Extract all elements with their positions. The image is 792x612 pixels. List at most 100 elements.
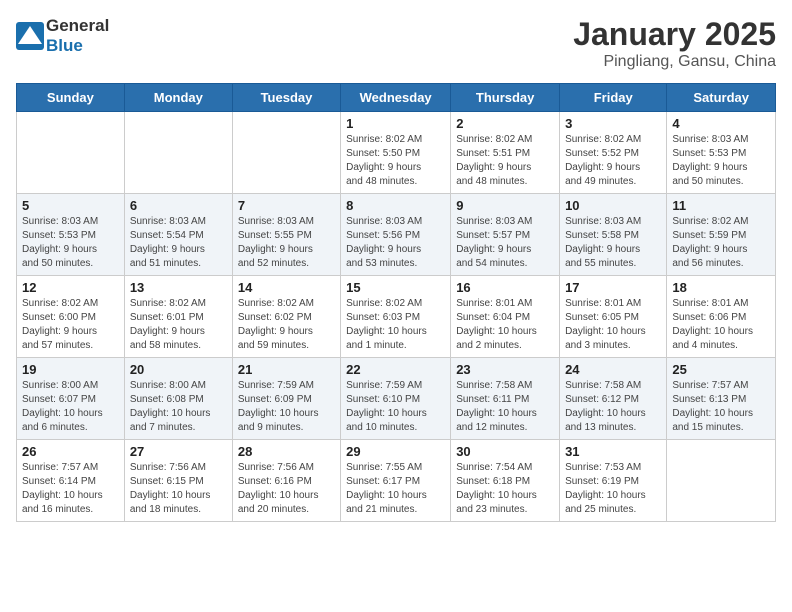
weekday-header-thursday: Thursday xyxy=(451,84,560,112)
calendar-table: SundayMondayTuesdayWednesdayThursdayFrid… xyxy=(16,83,776,522)
day-info: Sunrise: 7:58 AM Sunset: 6:12 PM Dayligh… xyxy=(565,379,661,435)
day-number: 22 xyxy=(346,362,445,377)
calendar-cell: 30Sunrise: 7:54 AM Sunset: 6:18 PM Dayli… xyxy=(451,440,560,522)
day-info: Sunrise: 7:56 AM Sunset: 6:16 PM Dayligh… xyxy=(238,461,335,517)
day-number: 7 xyxy=(238,198,335,213)
day-number: 29 xyxy=(346,444,445,459)
day-number: 10 xyxy=(565,198,661,213)
logo-icon xyxy=(16,22,44,50)
day-number: 15 xyxy=(346,280,445,295)
day-info: Sunrise: 8:00 AM Sunset: 6:08 PM Dayligh… xyxy=(130,379,227,435)
day-number: 19 xyxy=(22,362,119,377)
day-number: 16 xyxy=(456,280,554,295)
calendar-subtitle: Pingliang, Gansu, China xyxy=(573,53,776,71)
day-info: Sunrise: 8:01 AM Sunset: 6:06 PM Dayligh… xyxy=(672,297,770,353)
day-info: Sunrise: 8:03 AM Sunset: 5:53 PM Dayligh… xyxy=(672,133,770,189)
calendar-cell: 17 Sunrise: 8:01 AM Sunset: 6:05 PM Dayli… xyxy=(560,276,667,358)
day-number: 28 xyxy=(238,444,335,459)
day-info: Sunrise: 8:03 AM Sunset: 5:53 PM Dayligh… xyxy=(22,215,119,271)
day-info: Sunrise: 8:01 AM Sunset: 6:05 PM Dayligh… xyxy=(565,297,661,353)
calendar-cell: 3 Sunrise: 8:02 AM Sunset: 5:52 PM Daylig… xyxy=(560,112,667,194)
calendar-cell: 22 Sunrise: 7:59 AM Sunset: 6:10 PM Dayli… xyxy=(341,358,451,440)
calendar-cell: 4Sunrise: 8:03 AM Sunset: 5:53 PM Daylig… xyxy=(667,112,776,194)
day-number: 31 xyxy=(565,444,661,459)
calendar-cell: 1 Sunrise: 8:02 AM Sunset: 5:50 PM Daylig… xyxy=(341,112,451,194)
calendar-cell: 31 Sunrise: 7:53 AM Sunset: 6:19 PM Dayli… xyxy=(560,440,667,522)
day-number: 12 xyxy=(22,280,119,295)
calendar-cell xyxy=(232,112,340,194)
day-info: Sunrise: 8:03 AM Sunset: 5:55 PM Dayligh… xyxy=(238,215,335,271)
day-number: 26 xyxy=(22,444,119,459)
calendar-week-2: 5Sunrise: 8:03 AM Sunset: 5:53 PM Daylig… xyxy=(17,194,776,276)
day-info: Sunrise: 8:02 AM Sunset: 5:52 PM Dayligh… xyxy=(565,133,661,189)
calendar-cell: 24Sunrise: 7:58 AM Sunset: 6:12 PM Dayli… xyxy=(560,358,667,440)
day-number: 21 xyxy=(238,362,335,377)
day-info: Sunrise: 8:03 AM Sunset: 5:54 PM Dayligh… xyxy=(130,215,227,271)
day-info: Sunrise: 8:03 AM Sunset: 5:58 PM Dayligh… xyxy=(565,215,661,271)
day-info: Sunrise: 8:02 AM Sunset: 5:51 PM Dayligh… xyxy=(456,133,554,189)
calendar-cell: 26 Sunrise: 7:57 AM Sunset: 6:14 PM Dayli… xyxy=(17,440,125,522)
calendar-cell: 19 Sunrise: 8:00 AM Sunset: 6:07 PM Dayli… xyxy=(17,358,125,440)
day-info: Sunrise: 8:03 AM Sunset: 5:57 PM Dayligh… xyxy=(456,215,554,271)
day-number: 11 xyxy=(672,198,770,213)
day-info: Sunrise: 8:02 AM Sunset: 6:01 PM Dayligh… xyxy=(130,297,227,353)
day-number: 23 xyxy=(456,362,554,377)
day-number: 8 xyxy=(346,198,445,213)
day-number: 20 xyxy=(130,362,227,377)
logo-general: General xyxy=(46,16,109,35)
day-number: 30 xyxy=(456,444,554,459)
calendar-cell: 5Sunrise: 8:03 AM Sunset: 5:53 PM Daylig… xyxy=(17,194,125,276)
day-info: Sunrise: 7:56 AM Sunset: 6:15 PM Dayligh… xyxy=(130,461,227,517)
day-info: Sunrise: 7:58 AM Sunset: 6:11 PM Dayligh… xyxy=(456,379,554,435)
calendar-cell: 18 Sunrise: 8:01 AM Sunset: 6:06 PM Dayli… xyxy=(667,276,776,358)
calendar-cell: 6 Sunrise: 8:03 AM Sunset: 5:54 PM Daylig… xyxy=(124,194,232,276)
day-info: Sunrise: 8:02 AM Sunset: 6:02 PM Dayligh… xyxy=(238,297,335,353)
day-number: 6 xyxy=(130,198,227,213)
calendar-week-3: 12 Sunrise: 8:02 AM Sunset: 6:00 PM Dayli… xyxy=(17,276,776,358)
calendar-week-4: 19 Sunrise: 8:00 AM Sunset: 6:07 PM Dayli… xyxy=(17,358,776,440)
weekday-header-wednesday: Wednesday xyxy=(341,84,451,112)
day-info: Sunrise: 8:02 AM Sunset: 5:50 PM Dayligh… xyxy=(346,133,445,189)
day-info: Sunrise: 8:02 AM Sunset: 6:03 PM Dayligh… xyxy=(346,297,445,353)
calendar-cell: 13Sunrise: 8:02 AM Sunset: 6:01 PM Dayli… xyxy=(124,276,232,358)
calendar-cell: 28 Sunrise: 7:56 AM Sunset: 6:16 PM Dayli… xyxy=(232,440,340,522)
weekday-header-row: SundayMondayTuesdayWednesdayThursdayFrid… xyxy=(17,84,776,112)
day-info: Sunrise: 8:00 AM Sunset: 6:07 PM Dayligh… xyxy=(22,379,119,435)
day-number: 14 xyxy=(238,280,335,295)
calendar-cell: 2 Sunrise: 8:02 AM Sunset: 5:51 PM Daylig… xyxy=(451,112,560,194)
title-block: January 2025 Pingliang, Gansu, China xyxy=(573,16,776,71)
day-info: Sunrise: 7:59 AM Sunset: 6:10 PM Dayligh… xyxy=(346,379,445,435)
calendar-week-1: 1 Sunrise: 8:02 AM Sunset: 5:50 PM Daylig… xyxy=(17,112,776,194)
day-info: Sunrise: 8:03 AM Sunset: 5:56 PM Dayligh… xyxy=(346,215,445,271)
day-number: 27 xyxy=(130,444,227,459)
logo-blue: Blue xyxy=(46,36,83,55)
day-info: Sunrise: 8:02 AM Sunset: 5:59 PM Dayligh… xyxy=(672,215,770,271)
calendar-week-5: 26 Sunrise: 7:57 AM Sunset: 6:14 PM Dayli… xyxy=(17,440,776,522)
day-info: Sunrise: 7:59 AM Sunset: 6:09 PM Dayligh… xyxy=(238,379,335,435)
day-number: 9 xyxy=(456,198,554,213)
calendar-cell: 27 Sunrise: 7:56 AM Sunset: 6:15 PM Dayli… xyxy=(124,440,232,522)
weekday-header-monday: Monday xyxy=(124,84,232,112)
day-info: Sunrise: 8:02 AM Sunset: 6:00 PM Dayligh… xyxy=(22,297,119,353)
day-info: Sunrise: 7:53 AM Sunset: 6:19 PM Dayligh… xyxy=(565,461,661,517)
weekday-header-tuesday: Tuesday xyxy=(232,84,340,112)
day-number: 2 xyxy=(456,116,554,131)
day-number: 1 xyxy=(346,116,445,131)
calendar-cell: 11 Sunrise: 8:02 AM Sunset: 5:59 PM Dayli… xyxy=(667,194,776,276)
page-header: General Blue January 2025 Pingliang, Gan… xyxy=(16,16,776,71)
day-info: Sunrise: 7:55 AM Sunset: 6:17 PM Dayligh… xyxy=(346,461,445,517)
day-info: Sunrise: 7:57 AM Sunset: 6:14 PM Dayligh… xyxy=(22,461,119,517)
day-info: Sunrise: 8:01 AM Sunset: 6:04 PM Dayligh… xyxy=(456,297,554,353)
calendar-cell: 15 Sunrise: 8:02 AM Sunset: 6:03 PM Dayli… xyxy=(341,276,451,358)
day-number: 25 xyxy=(672,362,770,377)
weekday-header-saturday: Saturday xyxy=(667,84,776,112)
day-number: 18 xyxy=(672,280,770,295)
calendar-cell: 29 Sunrise: 7:55 AM Sunset: 6:17 PM Dayli… xyxy=(341,440,451,522)
calendar-cell xyxy=(17,112,125,194)
day-info: Sunrise: 7:57 AM Sunset: 6:13 PM Dayligh… xyxy=(672,379,770,435)
weekday-header-sunday: Sunday xyxy=(17,84,125,112)
logo: General Blue xyxy=(16,16,109,56)
calendar-cell: 25 Sunrise: 7:57 AM Sunset: 6:13 PM Dayli… xyxy=(667,358,776,440)
day-number: 3 xyxy=(565,116,661,131)
day-number: 17 xyxy=(565,280,661,295)
